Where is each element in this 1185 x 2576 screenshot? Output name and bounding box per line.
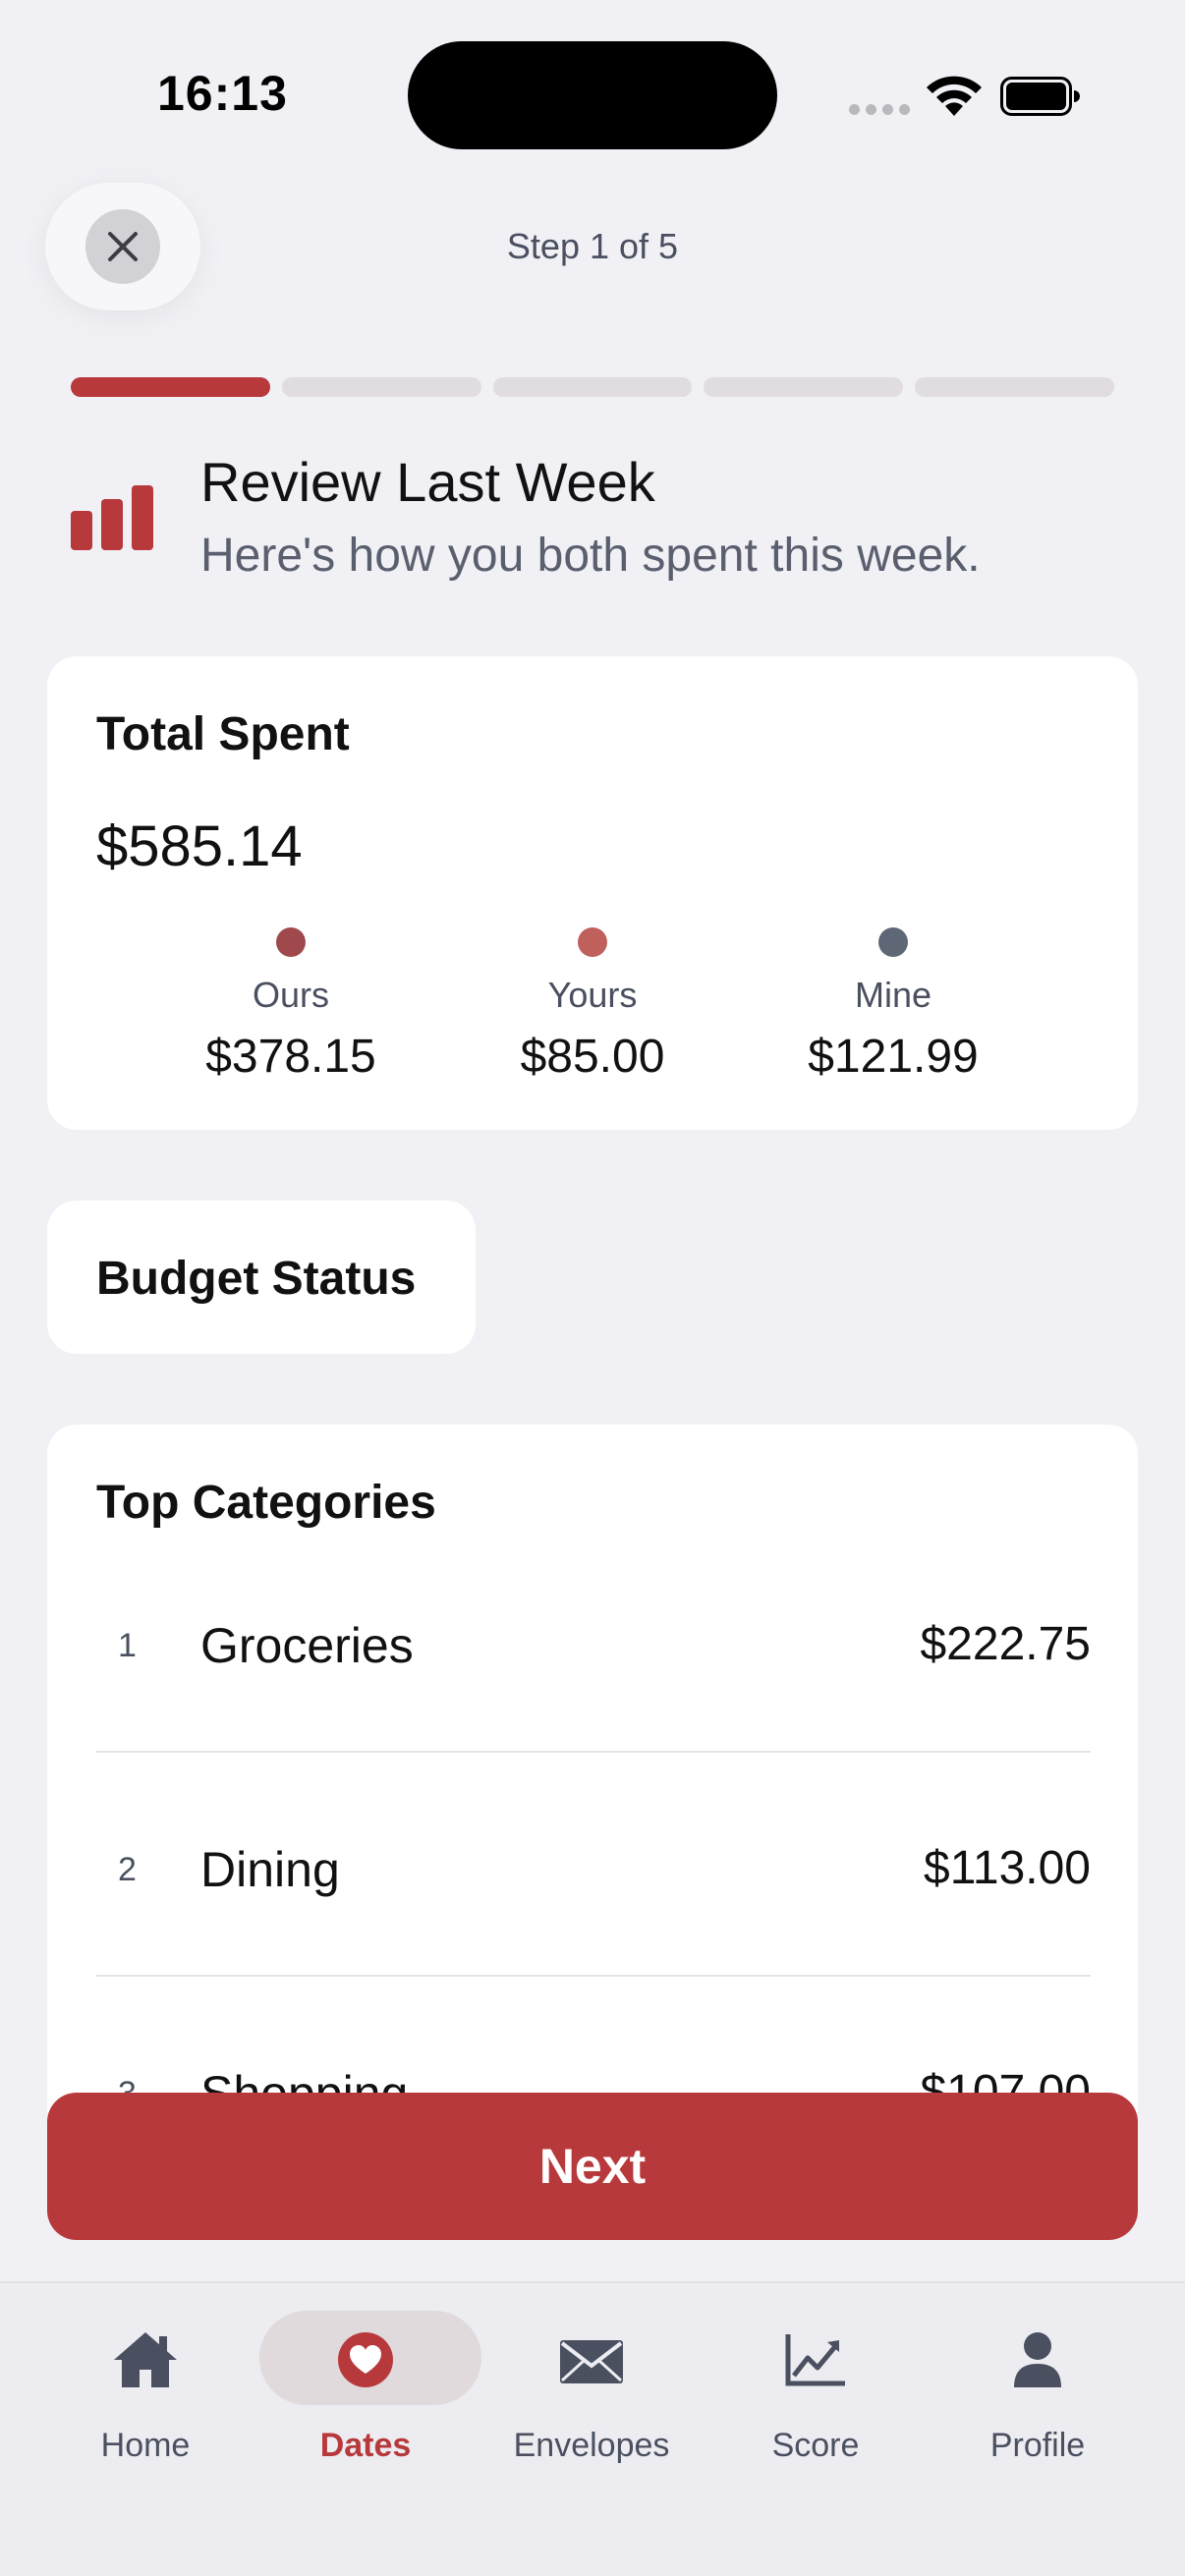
category-name: Dining <box>200 1842 340 1897</box>
person-icon <box>1014 2332 1061 2387</box>
spend-split: Ours $378.15 Yours $85.00 Mine $121.99 <box>47 927 1138 1094</box>
top-categories-card: Top Categories 1 Groceries $222.75 2 Din… <box>47 1425 1138 2112</box>
category-amount: $113.00 <box>924 1842 1091 1894</box>
step-header: Review Last Week Here's how you both spe… <box>71 444 1132 591</box>
split-value: $378.15 <box>205 1031 376 1083</box>
row-divider <box>96 1751 1091 1753</box>
split-yours: Yours $85.00 <box>445 927 740 1084</box>
split-label: Mine <box>854 975 932 1015</box>
total-spent-card: Total Spent $585.14 Ours $378.15 Yours $… <box>47 656 1138 1130</box>
row-divider <box>96 1975 1091 1977</box>
legend-dot <box>578 927 607 957</box>
battery-icon <box>1000 77 1080 116</box>
category-amount: $222.75 <box>920 1618 1091 1670</box>
tab-profile[interactable]: Profile <box>930 2311 1146 2464</box>
split-label: Yours <box>547 975 638 1015</box>
tab-label: Dates <box>319 2427 412 2464</box>
tab-home[interactable]: Home <box>37 2311 254 2464</box>
chart-line-icon <box>785 2334 845 2386</box>
step-progress-bar <box>71 377 1114 397</box>
progress-segment <box>281 377 481 397</box>
card-heading: Budget Status <box>96 1253 417 1305</box>
dynamic-island <box>408 41 777 149</box>
category-name: Groceries <box>200 1618 414 1673</box>
total-amount: $585.14 <box>96 814 303 878</box>
tab-label: Score <box>771 2427 860 2464</box>
legend-dot <box>276 927 306 957</box>
tab-label: Home <box>100 2427 191 2464</box>
status-bar: 16:13 <box>0 0 1185 187</box>
progress-segment <box>915 377 1114 397</box>
envelope-icon <box>560 2340 623 2383</box>
tab-label: Profile <box>989 2427 1086 2464</box>
tab-dates[interactable]: Dates <box>257 2311 481 2464</box>
cellular-signal-icon <box>849 104 910 115</box>
split-mine: Mine $121.99 <box>746 927 1041 1084</box>
step-title: Review Last Week <box>200 451 655 513</box>
category-rank: 2 <box>118 1851 137 1888</box>
card-heading: Total Spent <box>96 708 350 760</box>
legend-dot <box>878 927 908 957</box>
heart-icon <box>338 2332 393 2387</box>
tab-bar: Home Dates Envelopes Score Profile <box>0 2281 1185 2576</box>
category-rank: 1 <box>118 1627 137 1664</box>
budget-status-card[interactable]: Budget Status <box>47 1201 476 1354</box>
progress-segment <box>71 377 270 397</box>
split-ours: Ours $378.15 <box>143 927 438 1084</box>
step-subtitle: Here's how you both spent this week. <box>200 530 981 582</box>
status-time: 16:13 <box>157 66 288 121</box>
card-heading: Top Categories <box>96 1477 436 1529</box>
bar-chart-icon <box>71 485 153 550</box>
split-value: $85.00 <box>520 1031 665 1083</box>
step-indicator: Step 1 of 5 <box>506 226 679 266</box>
house-icon <box>114 2332 177 2387</box>
wifi-icon <box>927 76 982 116</box>
category-row: 1 Groceries $222.75 <box>96 1578 1091 1802</box>
progress-segment <box>492 377 693 397</box>
split-value: $121.99 <box>808 1031 979 1083</box>
split-label: Ours <box>252 975 329 1015</box>
category-row: 2 Dining $113.00 <box>96 1802 1091 2026</box>
progress-segment <box>704 377 904 397</box>
tab-envelopes[interactable]: Envelopes <box>483 2311 700 2464</box>
tab-score[interactable]: Score <box>707 2311 924 2464</box>
next-button[interactable]: Next <box>47 2093 1138 2240</box>
tab-label: Envelopes <box>513 2427 670 2464</box>
